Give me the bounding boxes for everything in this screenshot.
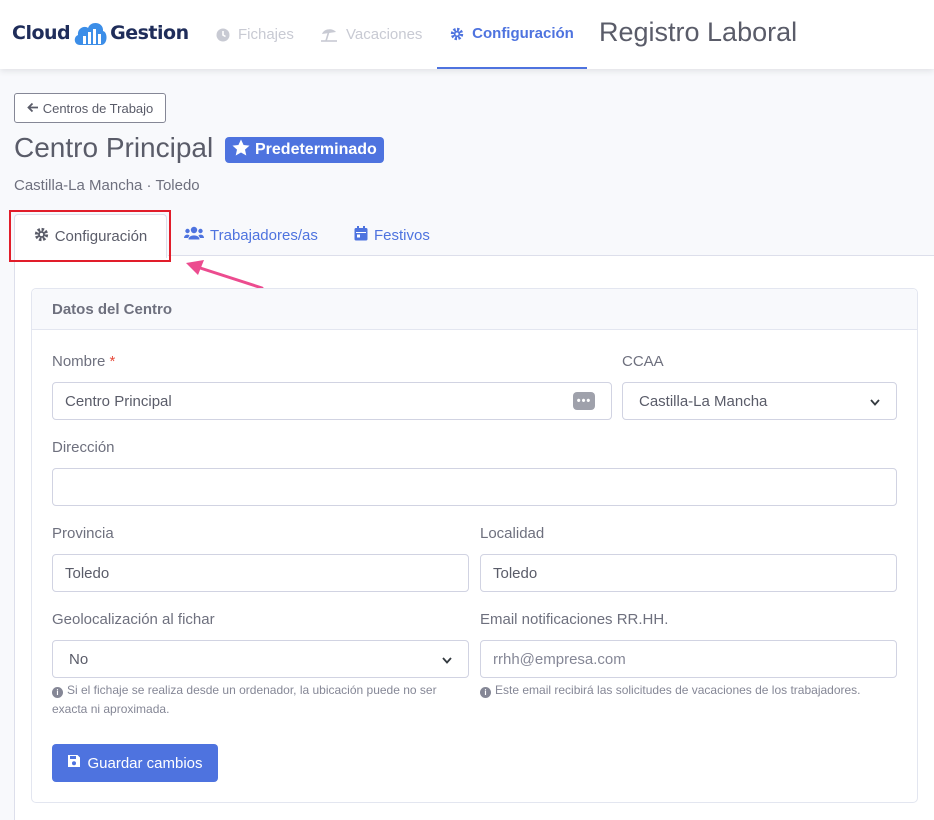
users-icon (184, 226, 204, 244)
calendar-icon (354, 225, 368, 245)
floppy-disk-icon (67, 754, 81, 772)
direccion-input[interactable] (52, 468, 897, 506)
provincia-input[interactable]: Toledo (52, 554, 469, 592)
chevron-down-icon (442, 651, 452, 668)
info-icon: i (52, 687, 63, 698)
provincia-label: Provincia (52, 525, 114, 542)
info-icon: i (480, 687, 491, 698)
nav-fichajes-label: Fichajes (238, 26, 294, 43)
app-title: Registro Laboral (599, 17, 798, 47)
star-icon (232, 139, 250, 161)
save-button-label: Guardar cambios (87, 754, 203, 772)
localidad-label: Localidad (480, 525, 545, 542)
geolocalizacion-select[interactable]: No (52, 640, 469, 678)
tab-festivos-label: Festivos (374, 226, 430, 244)
nav-fichajes[interactable]: Fichajes (216, 0, 294, 69)
email-help-text: Este email recibirá las solicitudes de v… (495, 683, 861, 697)
nombre-label: Nombre * (52, 353, 115, 370)
geolocalizacion-help-text: Si el fichaje se realiza desde un ordena… (52, 683, 437, 716)
brand-logo[interactable]: Cloud Gestion (12, 18, 189, 48)
brand-part2: Gestion (110, 22, 189, 44)
nombre-value: Centro Principal (65, 392, 172, 410)
umbrella-beach-icon (320, 28, 338, 42)
page-title: Centro Principal (14, 132, 214, 163)
email-label: Email notificaciones RR.HH. (480, 611, 669, 628)
highlight-annotation-box (9, 210, 171, 262)
geolocalizacion-value: No (69, 650, 89, 668)
ccaa-select[interactable]: Castilla-La Mancha (622, 382, 897, 420)
clock-icon (216, 28, 230, 42)
email-input[interactable]: rrhh@empresa.com (480, 640, 897, 678)
nombre-label-text: Nombre (52, 353, 106, 370)
email-placeholder: rrhh@empresa.com (493, 650, 626, 668)
top-navbar: Cloud Gestion Fichajes Vacaciones Config… (0, 0, 934, 69)
arrow-left-icon (26, 101, 39, 116)
password-manager-icon[interactable]: ••• (573, 392, 595, 410)
nombre-input[interactable]: Centro Principal ••• (52, 382, 612, 420)
card-title: Datos del Centro (32, 289, 917, 330)
required-marker: * (109, 353, 116, 370)
tab-trabajadores-label: Trabajadores/as (210, 226, 318, 244)
chevron-down-icon (870, 393, 880, 410)
direccion-label: Dirección (52, 439, 115, 456)
nav-vacaciones[interactable]: Vacaciones (320, 0, 422, 69)
default-badge-label: Predeterminado (255, 141, 377, 158)
datos-centro-card: Datos del Centro (31, 288, 918, 803)
nav-configuracion-label: Configuración (472, 25, 574, 42)
ccaa-label: CCAA (622, 353, 664, 370)
email-help: i Este email recibirá las solicitudes de … (480, 681, 900, 700)
ccaa-value: Castilla-La Mancha (639, 392, 768, 410)
back-button[interactable]: Centros de Trabajo (14, 93, 166, 123)
brand-part1: Cloud (12, 22, 71, 44)
localidad-value: Toledo (493, 564, 538, 582)
tab-festivos[interactable]: Festivos (354, 214, 430, 256)
provincia-value: Toledo (65, 564, 110, 582)
geolocalizacion-help: i Si el fichaje se realiza desde un orden… (52, 681, 472, 719)
tab-trabajadores[interactable]: Trabajadores/as (184, 214, 318, 256)
back-button-label: Centros de Trabajo (42, 100, 154, 116)
page-subtitle: Castilla-La Mancha · Toledo (14, 177, 200, 194)
cloud-chart-icon (74, 22, 107, 45)
nav-vacaciones-label: Vacaciones (346, 26, 423, 43)
geolocalizacion-label: Geolocalización al fichar (52, 611, 215, 628)
gear-icon (450, 27, 464, 41)
localidad-input[interactable]: Toledo (480, 554, 897, 592)
default-badge: Predeterminado (225, 137, 384, 163)
save-button[interactable]: Guardar cambios (52, 744, 218, 782)
nav-configuracion[interactable]: Configuración (437, 0, 587, 69)
